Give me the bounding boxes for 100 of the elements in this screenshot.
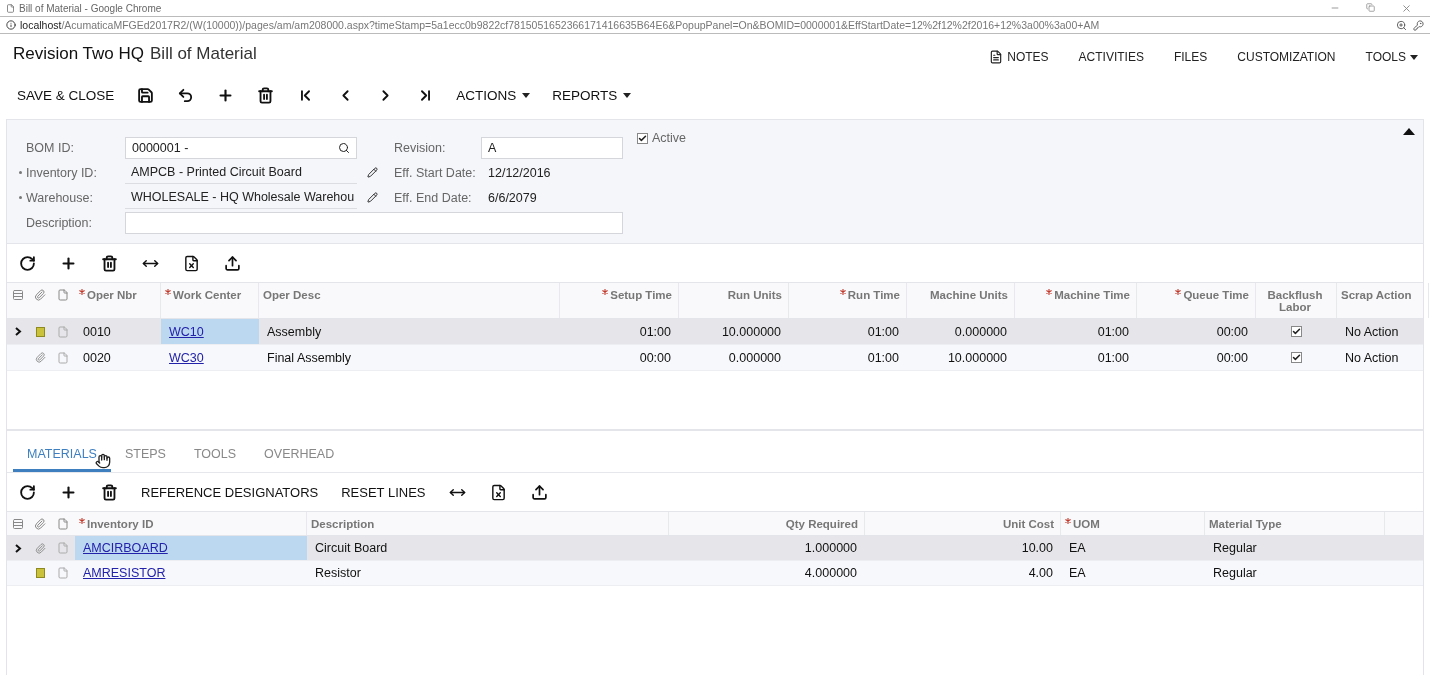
header-link[interactable]: NOTES xyxy=(989,50,1049,64)
text-field[interactable]: A xyxy=(481,136,623,159)
table-cell: 4.00 xyxy=(1028,566,1053,580)
lookup-field[interactable]: WHOLESALE - HQ Wholesale Warehou xyxy=(125,186,357,209)
column-header[interactable]: UOM xyxy=(1073,518,1100,530)
column-header[interactable]: Work Center xyxy=(173,289,242,301)
column-header[interactable]: Run Time xyxy=(847,289,900,301)
required-icon xyxy=(165,289,171,295)
tab[interactable]: TOOLS xyxy=(179,447,251,472)
menu-button[interactable]: ACTIONS xyxy=(448,80,539,110)
excel-export-icon xyxy=(490,483,507,501)
required-icon xyxy=(1065,518,1071,524)
save-icon xyxy=(136,86,154,104)
excel-export-icon xyxy=(182,254,200,272)
trash-icon xyxy=(100,254,118,272)
hand-cursor-icon xyxy=(95,453,111,469)
header-link[interactable]: CUSTOMIZATION xyxy=(1237,50,1336,64)
table-cell: Regular xyxy=(1213,541,1257,555)
paperclip-icon xyxy=(34,289,46,301)
table-link[interactable]: AMRESISTOR xyxy=(83,566,166,580)
url-text[interactable]: localhost/AcumaticaMFGEd2017R2/(W(10000))/pages/am/am208000.aspx?timeStamp=5a1ecc0b9822cf7815051652366171416635B64E6&PopupPanel=On&BOMID=0000001&EffStartDate=12%2f12%2f2016+12%3a00%3a00+AM xyxy=(20,19,1100,31)
column-header[interactable]: Setup Time xyxy=(610,289,672,301)
table-cell: 01:00 xyxy=(1097,324,1129,339)
column-header[interactable]: Run Units xyxy=(727,289,782,301)
close-icon[interactable] xyxy=(1401,2,1412,14)
table-cell: 0.000000 xyxy=(954,324,1007,339)
header-link[interactable]: FILES xyxy=(1173,50,1208,64)
note-icon[interactable] xyxy=(35,568,45,578)
column-header[interactable]: Machine Time xyxy=(1054,289,1130,301)
table-cell: Regular xyxy=(1213,566,1257,580)
paperclip-icon[interactable] xyxy=(34,542,46,554)
menu-button[interactable]: REPORTS xyxy=(544,80,640,110)
header-link[interactable]: TOOLS xyxy=(1365,50,1418,64)
plus-icon xyxy=(59,254,77,272)
required-icon xyxy=(602,289,609,295)
note-icon[interactable] xyxy=(35,326,45,337)
save-close-button[interactable]: SAVE & CLOSE xyxy=(9,80,123,110)
table-row[interactable]: 0010 WC10 Assembly 01:00 10.000000 01:00 0.000000 01:00 00:00 No Action xyxy=(7,319,1423,345)
key-icon[interactable] xyxy=(1413,19,1424,31)
table-cell: 01:00 xyxy=(867,350,899,365)
info-icon[interactable] xyxy=(6,20,16,30)
header-link[interactable]: ACTIVITIES xyxy=(1078,50,1144,64)
checkbox[interactable] xyxy=(1291,352,1302,363)
caret-icon xyxy=(623,92,632,98)
table-cell: 0010 xyxy=(83,324,111,339)
checkbox[interactable] xyxy=(1291,326,1302,337)
table-row[interactable]: 0020 WC30 Final Assembly 00:00 0.000000 01:00 10.000000 01:00 00:00 No Action xyxy=(7,345,1423,371)
column-header[interactable]: Description xyxy=(311,518,375,530)
lookup-field[interactable]: AMPCB - Printed Circuit Board xyxy=(125,161,357,184)
table-cell: 00:00 xyxy=(1216,350,1248,365)
column-header[interactable]: Machine Units xyxy=(930,289,1008,301)
table-row[interactable]: AMRESISTOR Resistor 4.000000 4.00 EA Regular xyxy=(7,561,1423,586)
grid-settings-icon xyxy=(12,289,24,301)
table-cell: No Action xyxy=(1345,350,1399,365)
document-icon xyxy=(989,50,1004,64)
field-label: Eff. End Date: xyxy=(393,190,473,205)
column-header[interactable]: Unit Cost xyxy=(1002,518,1054,530)
caret-icon xyxy=(522,92,531,98)
lookup-field[interactable]: 0000001 - xyxy=(125,136,357,159)
table-row[interactable]: AMCIRBOARD Circuit Board 1.000000 10.00 EA Regular xyxy=(7,536,1423,561)
tab[interactable]: MATERIALS xyxy=(13,447,111,472)
tab[interactable]: STEPS xyxy=(110,447,180,472)
column-header[interactable]: Backflush Labor xyxy=(1260,289,1330,313)
trash-icon xyxy=(100,483,118,501)
field-label: Inventory ID: xyxy=(26,165,97,180)
checkbox[interactable] xyxy=(637,132,648,144)
caret-icon xyxy=(1410,54,1418,60)
column-header[interactable]: Scrap Action xyxy=(1341,289,1412,301)
table-cell: 10.00 xyxy=(1021,541,1053,555)
zoom-icon[interactable] xyxy=(1396,19,1407,31)
date-value[interactable]: 12/12/2016 xyxy=(481,165,623,180)
pencil-icon[interactable] xyxy=(366,167,378,178)
column-header[interactable]: Material Type xyxy=(1209,518,1282,530)
tab[interactable]: OVERHEAD xyxy=(250,447,349,472)
table-cell: 1.000000 xyxy=(804,541,857,555)
column-header[interactable]: Oper Desc xyxy=(263,289,321,301)
table-cell: No Action xyxy=(1345,324,1399,339)
file-icon xyxy=(57,518,69,530)
file-icon xyxy=(57,289,69,301)
date-value[interactable]: 6/6/2079 xyxy=(481,190,623,205)
upload-icon xyxy=(223,254,241,272)
table-cell: 4.000000 xyxy=(804,566,857,580)
table-link[interactable]: WC30 xyxy=(169,350,204,365)
grid-settings-icon xyxy=(12,518,24,530)
table-cell: 10.000000 xyxy=(947,350,1007,365)
table-cell: 00:00 xyxy=(1216,324,1248,339)
column-header[interactable]: Oper Nbr xyxy=(87,289,137,301)
collapse-icon[interactable] xyxy=(1403,128,1415,135)
toolbar-button[interactable]: REFERENCE DESIGNATORS xyxy=(133,478,327,506)
column-header[interactable]: Queue Time xyxy=(1183,289,1249,301)
paperclip-icon[interactable] xyxy=(34,352,46,363)
toolbar-button[interactable]: RESET LINES xyxy=(333,478,434,506)
checkbox-label[interactable]: Active xyxy=(652,131,687,145)
column-header[interactable]: Inventory ID xyxy=(87,518,154,530)
column-header[interactable]: Qty Required xyxy=(785,518,858,530)
pencil-icon[interactable] xyxy=(366,192,378,203)
refresh-icon xyxy=(18,254,36,272)
search-icon[interactable] xyxy=(338,141,350,154)
description-field[interactable] xyxy=(125,211,623,234)
required-icon xyxy=(79,518,85,524)
